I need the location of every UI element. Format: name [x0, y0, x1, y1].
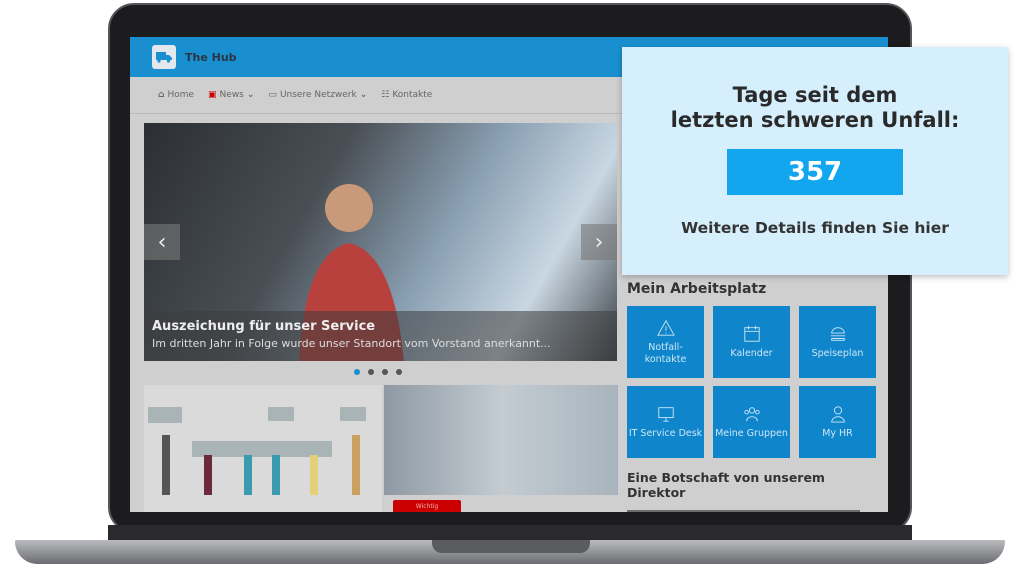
carousel-dot[interactable]	[354, 369, 360, 375]
nav-news[interactable]: ▣ News ⌄	[208, 90, 254, 100]
carousel-subtitle: Im dritten Jahr in Folge wurde unser Sta…	[152, 337, 551, 350]
workplace-title: Mein Arbeitsplatz	[627, 281, 767, 297]
laptop-notch	[432, 540, 590, 553]
days-count: 357	[727, 149, 903, 196]
nav-netzwerk[interactable]: ▭ Unsere Netzwerk ⌄	[268, 90, 367, 100]
app-title: The Hub	[185, 50, 237, 64]
warning-icon	[656, 319, 675, 336]
chevron-down-icon: ⌄	[359, 90, 368, 100]
laptop-hinge	[108, 525, 912, 540]
nav-kontakte[interactable]: ☷ Kontakte	[381, 90, 432, 100]
counter-title: Tage seit dem letzten schweren Unfall:	[670, 83, 960, 133]
important-badge: Wichtig	[393, 500, 461, 512]
director-image[interactable]	[627, 510, 860, 512]
tile-meine-gruppen[interactable]: Meine Gruppen	[713, 386, 790, 458]
home-icon: ⌂	[158, 90, 165, 100]
briefcase-icon: ▭	[268, 90, 277, 100]
calendar-icon	[743, 325, 760, 342]
chevron-down-icon: ⌄	[246, 90, 255, 100]
carousel-prev-button[interactable]: ‹	[144, 224, 180, 260]
director-title: Eine Botschaft von unserem Direktor	[627, 470, 825, 500]
people-with-banners-illustration	[148, 407, 366, 495]
group-icon	[743, 407, 760, 422]
truck-logo-icon[interactable]	[152, 45, 176, 69]
monitor-icon	[657, 407, 674, 422]
newspaper-icon: ▣	[208, 90, 217, 100]
carousel-caption: Auszeichung für unser Service Im dritten…	[144, 311, 617, 361]
news-card-protest-image[interactable]	[144, 385, 382, 512]
carousel-dots	[354, 369, 402, 375]
user-icon	[830, 406, 845, 423]
carousel-title[interactable]: Auszeichung für unser Service	[152, 319, 609, 334]
details-link[interactable]: Weitere Details finden Sie hier	[622, 219, 1008, 237]
tile-it-service-desk[interactable]: IT Service Desk	[627, 386, 704, 458]
carousel-dot[interactable]	[382, 369, 388, 375]
carousel-next-button[interactable]: ›	[581, 224, 617, 260]
tile-speiseplan[interactable]: Speiseplan	[799, 306, 876, 378]
accident-counter-card: Tage seit dem letzten schweren Unfall: 35…	[622, 47, 1008, 275]
news-carousel[interactable]: ‹ › Auszeichung für unser Service Im dri…	[144, 123, 617, 361]
workplace-section: Mein Arbeitsplatz Notfall- kontakte Kale…	[627, 277, 887, 512]
news-card-network-image[interactable]	[384, 385, 618, 495]
tile-notfallkontakte[interactable]: Notfall- kontakte	[627, 306, 704, 378]
carousel-dot[interactable]	[396, 369, 402, 375]
contacts-icon: ☷	[381, 90, 390, 100]
tile-my-hr[interactable]: My HR	[799, 386, 876, 458]
nav-home[interactable]: ⌂ Home	[158, 90, 194, 100]
burger-icon	[830, 327, 845, 341]
carousel-dot[interactable]	[368, 369, 374, 375]
tile-kalender[interactable]: Kalender	[713, 306, 790, 378]
